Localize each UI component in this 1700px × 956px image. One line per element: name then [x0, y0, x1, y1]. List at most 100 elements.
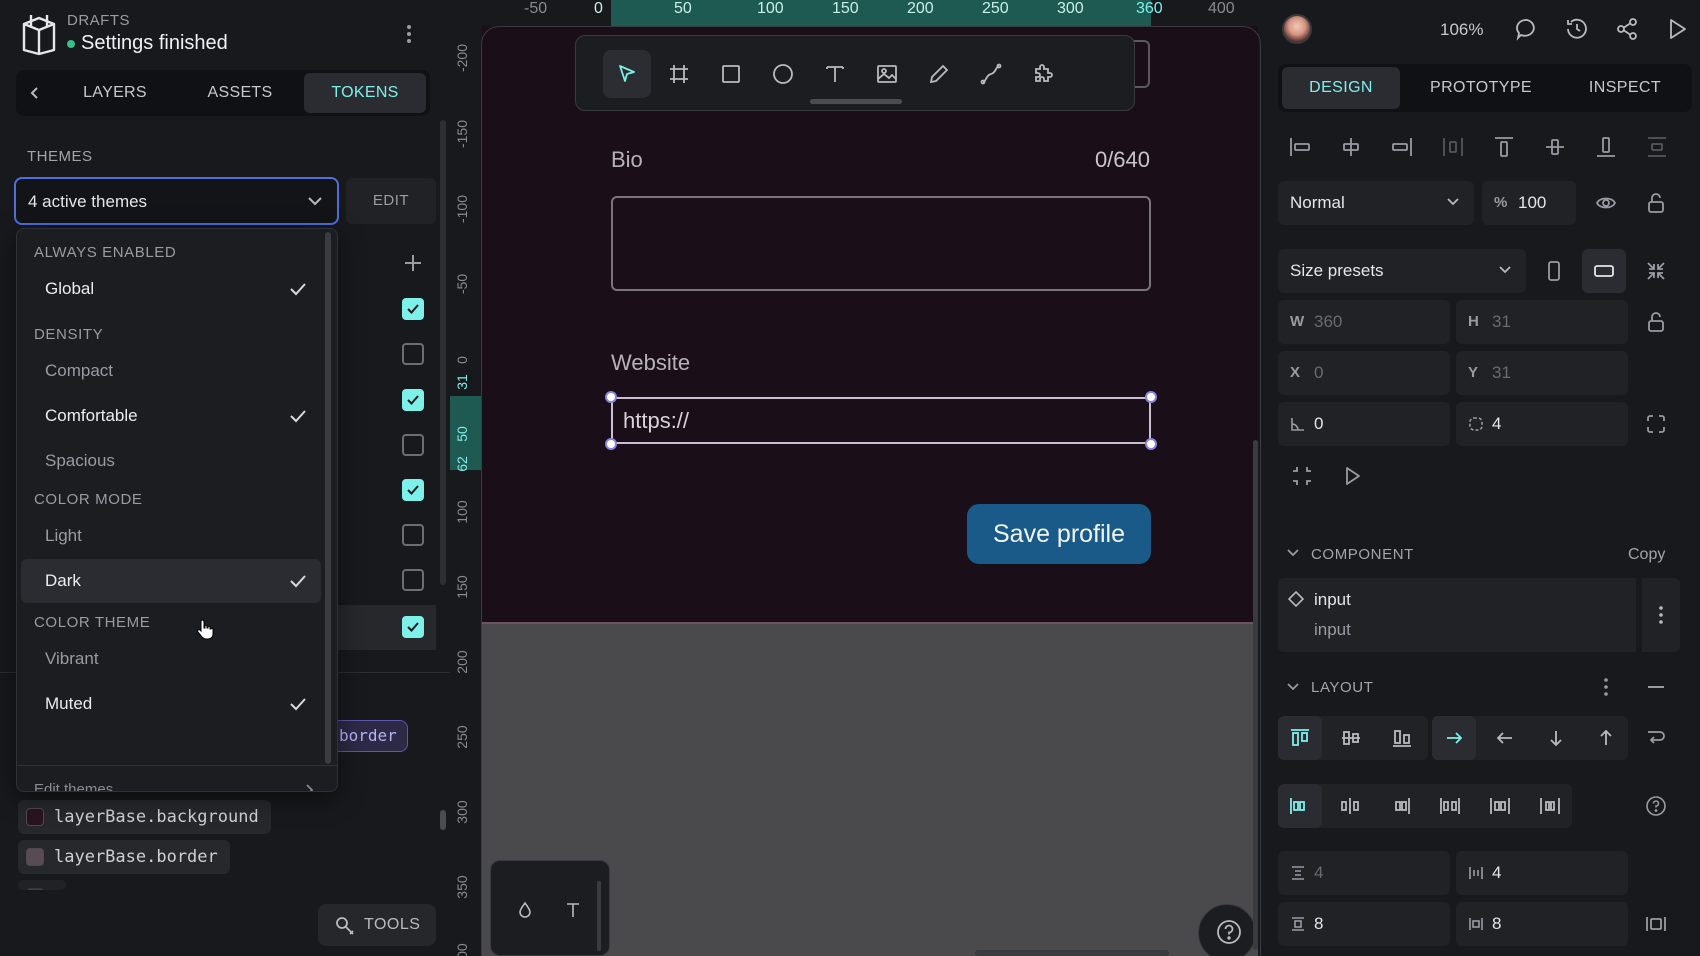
landscape-button[interactable] — [1582, 249, 1626, 293]
website-input[interactable]: https:// — [611, 397, 1151, 444]
justify-start-button[interactable] — [1278, 784, 1322, 828]
padding-vertical-input[interactable]: 8 — [1278, 902, 1450, 946]
add-token-icon[interactable] — [402, 252, 424, 274]
component-copy-button[interactable]: Copy — [1628, 546, 1665, 564]
align-center-button[interactable] — [1329, 716, 1373, 760]
sidebar-scrollbar[interactable] — [440, 120, 446, 585]
justify-between-button[interactable] — [1428, 784, 1472, 828]
align-right-icon[interactable] — [1389, 134, 1415, 160]
opacity-input[interactable]: % 100 — [1482, 181, 1576, 225]
board-tool[interactable] — [655, 50, 703, 98]
drop-icon[interactable] — [517, 901, 533, 919]
collapse-layout-icon[interactable] — [1286, 680, 1300, 694]
comments-icon[interactable] — [1514, 16, 1540, 42]
portrait-button[interactable] — [1532, 249, 1576, 293]
file-menu-icon[interactable] — [400, 22, 418, 46]
token-checkbox[interactable] — [402, 616, 424, 638]
edit-themes-link[interactable]: Edit themes — [34, 781, 113, 791]
direction-column-reverse-button[interactable] — [1584, 716, 1628, 760]
selection-handle[interactable] — [605, 438, 617, 450]
share-icon[interactable] — [1614, 16, 1640, 42]
tab-prototype[interactable]: PROTOTYPE — [1410, 67, 1552, 109]
theme-option[interactable]: Global — [21, 267, 321, 311]
proportion-lock[interactable] — [1634, 300, 1678, 344]
path-tool[interactable] — [967, 50, 1015, 98]
user-avatar[interactable] — [1282, 14, 1312, 44]
token-checkbox[interactable] — [402, 434, 424, 456]
align-bottom-icon[interactable] — [1593, 134, 1619, 160]
text-tool[interactable] — [811, 50, 859, 98]
justify-center-button[interactable] — [1328, 784, 1372, 828]
align-end-button[interactable] — [1380, 716, 1424, 760]
token-checkbox[interactable] — [402, 298, 424, 320]
penpot-logo-icon[interactable] — [20, 12, 58, 56]
align-top-icon[interactable] — [1491, 134, 1517, 160]
distribute-v-icon[interactable] — [1644, 134, 1670, 160]
align-h-center-icon[interactable] — [1338, 134, 1364, 160]
pencil-tool[interactable] — [915, 50, 963, 98]
token-checkbox[interactable] — [402, 569, 424, 591]
tab-inspect[interactable]: INSPECT — [1562, 67, 1688, 109]
themes-select[interactable]: 4 active themes — [14, 177, 339, 225]
plugins-tool[interactable] — [1019, 50, 1067, 98]
history-icon[interactable] — [1564, 16, 1590, 42]
lock-toggle[interactable] — [1634, 181, 1678, 225]
clip-content-button[interactable] — [1280, 454, 1324, 498]
token-checkbox[interactable] — [402, 479, 424, 501]
play-icon[interactable] — [1664, 16, 1690, 42]
align-v-center-icon[interactable] — [1542, 134, 1568, 160]
row-gap-input[interactable]: 4 — [1278, 851, 1450, 895]
align-left-icon[interactable] — [1287, 134, 1313, 160]
bio-textarea[interactable] — [611, 196, 1151, 291]
token-checkbox[interactable] — [402, 343, 424, 365]
canvas-scrollbar-horizontal[interactable] — [975, 950, 1169, 956]
blend-mode-select[interactable]: Normal — [1278, 181, 1474, 225]
theme-option[interactable]: Spacious — [21, 439, 321, 483]
zoom-level[interactable]: 106% — [1440, 20, 1483, 40]
token-pill-clipped[interactable] — [18, 880, 66, 890]
token-pill[interactable]: layerBase.border — [18, 840, 230, 874]
save-profile-button[interactable]: Save profile — [967, 504, 1151, 564]
size-presets-select[interactable]: Size presets — [1278, 249, 1526, 293]
selection-handle[interactable] — [1145, 438, 1157, 450]
tools-button[interactable]: TOOLS — [318, 904, 436, 946]
direction-column-button[interactable] — [1534, 716, 1578, 760]
tab-design[interactable]: DESIGN — [1282, 67, 1400, 109]
tab-tokens[interactable]: TOKENS — [304, 73, 426, 113]
justify-end-button[interactable] — [1378, 784, 1422, 828]
ellipse-tool[interactable] — [759, 50, 807, 98]
padding-horizontal-input[interactable]: 8 — [1456, 902, 1628, 946]
y-input[interactable]: Y 31 — [1456, 351, 1628, 395]
theme-option[interactable]: Dark — [21, 559, 321, 603]
collapse-component-icon[interactable] — [1286, 546, 1300, 560]
selection-handle[interactable] — [1145, 391, 1157, 403]
file-status[interactable]: Settings finished — [81, 32, 228, 55]
direction-row-reverse-button[interactable] — [1483, 716, 1527, 760]
token-pill-border[interactable]: border — [336, 720, 408, 752]
text-style-icon[interactable] — [565, 901, 581, 919]
theme-option[interactable]: Compact — [21, 349, 321, 393]
align-start-button[interactable] — [1278, 716, 1322, 760]
justify-around-button[interactable] — [1478, 784, 1522, 828]
theme-option[interactable]: Comfortable — [21, 394, 321, 438]
show-in-view-button[interactable] — [1330, 454, 1374, 498]
rectangle-tool[interactable] — [707, 50, 755, 98]
token-checkbox[interactable] — [402, 389, 424, 411]
component-menu[interactable] — [1642, 578, 1680, 652]
layout-menu-icon[interactable] — [1598, 675, 1614, 699]
distribute-h-icon[interactable] — [1440, 134, 1466, 160]
remove-layout-icon[interactable] — [1648, 686, 1664, 688]
sidebar-scrollbar-lower[interactable] — [440, 810, 446, 830]
tab-layers[interactable]: LAYERS — [58, 73, 172, 113]
x-input[interactable]: X0 — [1278, 351, 1450, 395]
selection-handle[interactable] — [605, 391, 617, 403]
height-input[interactable]: H 31 — [1456, 300, 1628, 344]
palette-scrollbar[interactable] — [597, 881, 601, 951]
token-checkbox[interactable] — [402, 524, 424, 546]
dropdown-scrollbar[interactable] — [325, 232, 331, 764]
theme-option[interactable]: Light — [21, 514, 321, 558]
help-button[interactable] — [1198, 904, 1256, 956]
column-gap-input[interactable]: 4 — [1456, 851, 1628, 895]
layout-help-button[interactable] — [1634, 784, 1678, 828]
rotation-input[interactable]: 0 — [1278, 402, 1450, 446]
